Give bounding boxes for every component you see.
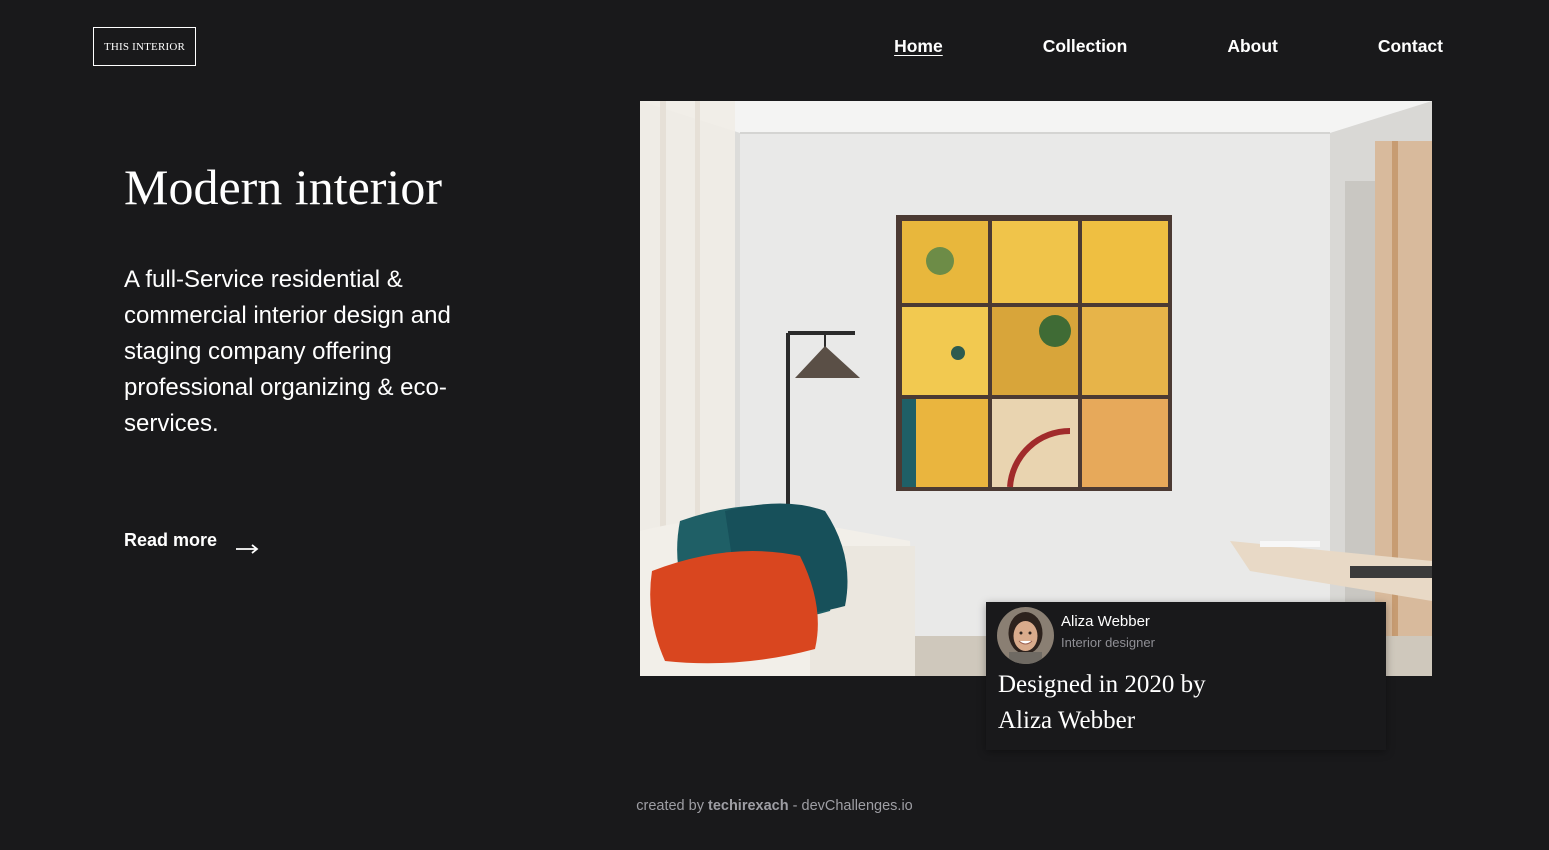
logo-text: THIS INTERIOR [103, 40, 186, 53]
footer-site[interactable]: devChallenges.io [802, 798, 913, 814]
footer-prefix: created by [636, 798, 704, 814]
read-more-label: Read more [124, 530, 218, 550]
card-caption: Designed in 2020 by Aliza Webber [998, 671, 1206, 734]
hero-title: Modern interior [124, 159, 442, 215]
arrow-right-icon [235, 535, 259, 554]
nav-item-contact[interactable]: Contact [1378, 34, 1443, 58]
designer-card: Aliza Webber Interior designer Designed … [986, 602, 1386, 750]
avatar [997, 607, 1054, 664]
designer-role: Interior designer [1061, 635, 1155, 650]
nav-item-collection[interactable]: Collection [1043, 34, 1128, 58]
site-logo[interactable]: THIS INTERIOR [93, 27, 196, 66]
nav-item-about[interactable]: About [1227, 34, 1278, 58]
hero-description: A full-Service residential & commercial … [124, 266, 451, 437]
read-more-link[interactable]: Read more [124, 527, 259, 554]
hero-interior-image [640, 101, 1432, 676]
nav-item-home[interactable]: Home [894, 34, 943, 58]
footer-credit: created by techirexach - devChallenges.i… [0, 796, 1549, 816]
main-nav: Home Collection About Contact [894, 34, 1443, 58]
designer-name: Aliza Webber [1061, 613, 1150, 630]
footer-separator: - [792, 798, 798, 814]
footer-author[interactable]: techirexach [708, 798, 789, 814]
